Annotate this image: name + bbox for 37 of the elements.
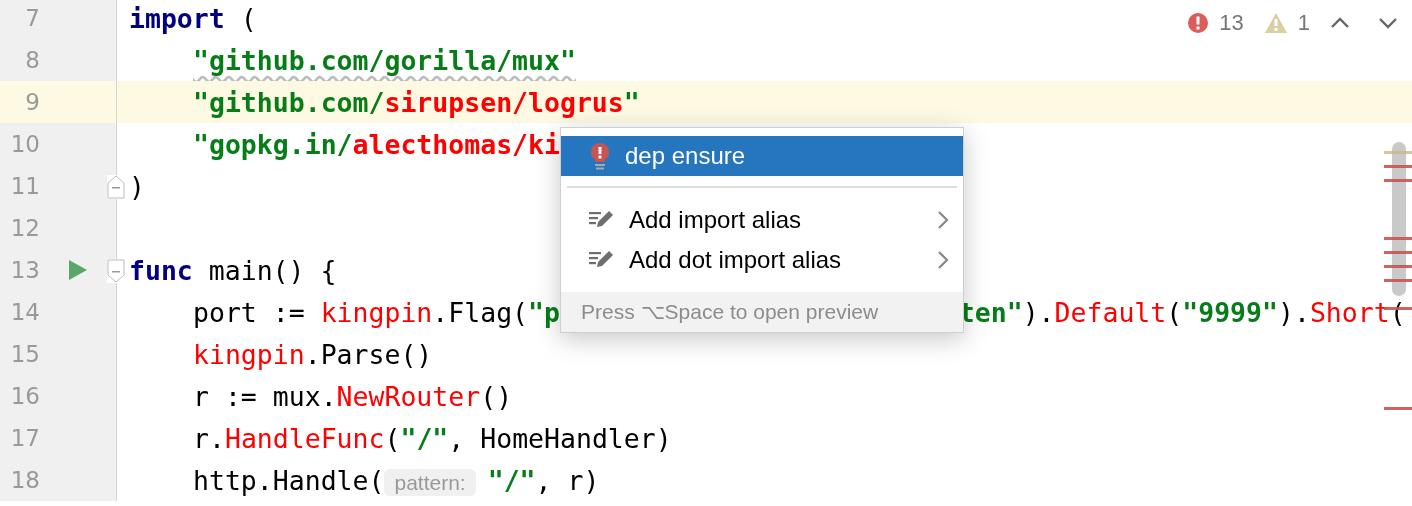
line-number: 13 xyxy=(9,257,40,283)
line-number: 14 xyxy=(9,299,40,325)
warning-icon[interactable] xyxy=(1263,12,1288,34)
menu-item[interactable]: dep ensure xyxy=(561,136,963,176)
run-icon[interactable] xyxy=(69,260,87,280)
menu-item[interactable]: Add dot import alias xyxy=(561,240,963,280)
code-line: "gopkg.in/alecthomas/ki xyxy=(193,128,560,160)
code-line: func main() { xyxy=(129,254,337,286)
chevron-down-icon[interactable] xyxy=(1378,16,1398,30)
warning-count: 1 xyxy=(1297,10,1310,36)
line-number: 17 xyxy=(9,425,40,451)
error-bulb-icon xyxy=(589,142,611,170)
popup-hint: Press ⌥Space to open preview xyxy=(561,292,963,332)
menu-item[interactable]: Add import alias xyxy=(561,200,963,240)
error-icon[interactable] xyxy=(1187,12,1210,34)
code-line: r.HandleFunc("/", HomeHandler) xyxy=(193,422,672,454)
line-number: 7 xyxy=(24,5,40,31)
code-line: ) xyxy=(129,170,145,202)
error-count: 13 xyxy=(1219,10,1244,36)
line-number: 16 xyxy=(9,383,40,409)
line-number: 11 xyxy=(9,173,40,199)
chevron-up-icon[interactable] xyxy=(1330,16,1350,30)
code-line: port := kingpin.Flag("p xyxy=(193,296,560,328)
line-number: 9 xyxy=(24,89,40,115)
code-line: http.Handle( pattern: "/", r) xyxy=(193,464,600,496)
code-line: import ( xyxy=(129,2,257,34)
fold-icon[interactable] xyxy=(107,259,125,283)
code-line: kingpin.Parse() xyxy=(193,338,433,370)
code-line: "github.com/gorilla/mux" xyxy=(193,44,576,76)
line-number: 18 xyxy=(9,467,40,493)
code-line: r := mux.NewRouter() xyxy=(193,380,513,412)
line-number: 10 xyxy=(9,131,40,157)
line-number: 12 xyxy=(9,215,40,241)
line-number: 8 xyxy=(24,47,40,73)
code-line: "github.com/sirupsen/logrus" xyxy=(193,86,640,118)
line-number: 15 xyxy=(9,341,40,367)
fold-icon[interactable] xyxy=(107,175,125,199)
